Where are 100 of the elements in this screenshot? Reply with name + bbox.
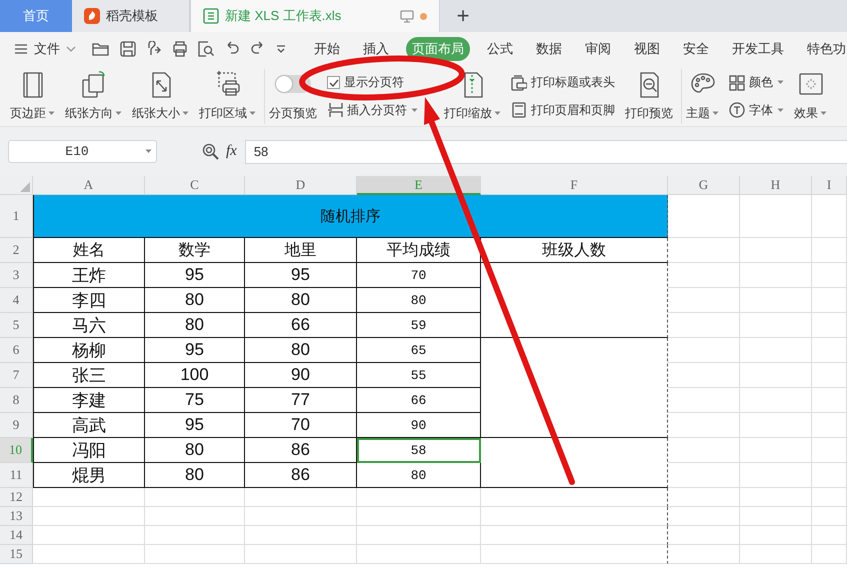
column-header[interactable]: H (740, 176, 812, 195)
table-cell: 70 (357, 263, 481, 288)
ribbon-button[interactable]: 页边距 (10, 69, 55, 124)
ribbon-button[interactable]: 打印预览 (625, 69, 673, 124)
ribbon-button[interactable]: 打印标题或表头 (511, 74, 615, 92)
ribbon-button[interactable]: 插入分页符 (327, 102, 418, 119)
sheet-cell (812, 313, 847, 338)
table-cell: 75 (145, 388, 245, 413)
sheet-cell (668, 388, 740, 413)
sheet-cell (668, 526, 740, 545)
print-preview-icon[interactable] (198, 40, 214, 56)
sheet-cell (668, 263, 740, 288)
color-grid-icon (729, 74, 745, 91)
ribbon-tab[interactable]: 数据 (530, 36, 568, 60)
name-box[interactable]: E10 (8, 140, 157, 163)
ribbon-tab[interactable]: 开发工具 (726, 36, 790, 60)
column-header[interactable]: C (145, 176, 245, 195)
row-header[interactable]: 14 (0, 526, 33, 545)
sheet-cell (812, 238, 847, 263)
row-header[interactable]: 5 (0, 313, 33, 338)
column-header[interactable]: G (668, 176, 740, 195)
table-cell: 55 (357, 363, 481, 388)
row-header[interactable]: 8 (0, 388, 33, 413)
print-icon[interactable] (172, 40, 188, 56)
row-header[interactable]: 15 (0, 545, 33, 564)
sheet-cell (668, 463, 740, 488)
folder-icon[interactable] (92, 40, 110, 56)
sheet-cell (668, 507, 740, 526)
ribbon-tab[interactable]: 开始 (308, 36, 346, 60)
page-break-preview-button[interactable]: 分页预览 (269, 69, 317, 124)
spreadsheet-icon (203, 8, 219, 24)
row-header[interactable]: 12 (0, 488, 33, 507)
table-cell: 80 (245, 288, 357, 313)
table-cell: 95 (145, 338, 245, 363)
sheet-cell (740, 438, 812, 463)
tab[interactable]: 稻壳模板 (72, 0, 190, 32)
ribbon-button[interactable]: 打印区域 (199, 69, 256, 124)
row-header[interactable]: 2 (0, 238, 33, 263)
table-cell: 95 (245, 263, 357, 288)
export-icon[interactable] (146, 40, 162, 56)
sheet-cell (812, 195, 847, 238)
ribbon-button[interactable]: 打印页眉和页脚 (511, 102, 615, 119)
sheet-cell (812, 263, 847, 288)
template-icon (84, 8, 100, 24)
table-cell: 70 (245, 413, 357, 438)
table-cell: 姓名 (33, 238, 145, 263)
sheet-cell (812, 545, 847, 564)
column-header[interactable]: F (481, 176, 668, 195)
sheet-cell (668, 288, 740, 313)
ribbon-button[interactable]: 字体 (729, 102, 784, 119)
row-header[interactable]: 4 (0, 288, 33, 313)
save-icon[interactable] (120, 40, 136, 56)
table-cell: 59 (357, 313, 481, 338)
ribbon-button[interactable]: 纸张方向 (65, 69, 122, 124)
row-header[interactable]: 6 (0, 338, 33, 363)
sheet-cell (668, 488, 740, 507)
checkbox[interactable] (327, 76, 340, 90)
ribbon-button[interactable]: 效果 (794, 69, 827, 124)
ribbon-tab[interactable]: 视图 (628, 36, 666, 60)
ribbon-tab[interactable]: 插入 (357, 36, 395, 60)
table-cell: 数学 (145, 238, 245, 263)
sheet-cell (668, 338, 740, 363)
sheet-cell (812, 507, 847, 526)
table-cell: 66 (357, 388, 481, 413)
row-header[interactable]: 13 (0, 507, 33, 526)
ribbon-tab[interactable]: 公式 (481, 36, 519, 60)
ribbon-tab[interactable]: 特色功 (801, 36, 847, 60)
function-label[interactable]: fx (226, 143, 237, 160)
column-header[interactable]: A (33, 176, 145, 195)
sheet-cell (668, 438, 740, 463)
column-header[interactable]: D (245, 176, 357, 195)
formula-field[interactable]: 58 (244, 140, 847, 164)
sheet-cell (740, 363, 812, 388)
sheet-cell (812, 413, 847, 438)
sheet-cell (740, 288, 812, 313)
sheet-cell (740, 413, 812, 438)
ribbon-button[interactable]: 打印缩放 (444, 69, 501, 124)
table-cell: 80 (245, 338, 357, 363)
row-header[interactable]: 1 (0, 195, 33, 238)
file-menu[interactable]: 文件 (10, 38, 80, 60)
ribbon-button[interactable]: 主题 (686, 69, 719, 124)
ribbon-tab[interactable]: 审阅 (579, 36, 617, 60)
table-cell: 80 (357, 463, 481, 488)
sheet-cell (812, 463, 847, 488)
sheet-cell (812, 338, 847, 363)
sheet-cell (668, 195, 740, 238)
row-header[interactable]: 7 (0, 363, 33, 388)
ribbon-button[interactable]: 纸张大小 (132, 69, 189, 124)
row-header[interactable]: 9 (0, 413, 33, 438)
zoom-icon[interactable] (202, 142, 220, 160)
row-header[interactable]: 11 (0, 463, 33, 488)
more-icon[interactable] (276, 44, 286, 52)
sheet-cell (812, 438, 847, 463)
ribbon-button[interactable]: 颜色 (729, 74, 784, 92)
checkbox-option[interactable]: 显示分页符 (327, 74, 404, 92)
column-header[interactable]: I (812, 176, 847, 195)
table-cell: 80 (145, 463, 245, 488)
row-header[interactable]: 3 (0, 263, 33, 288)
ribbon-tab[interactable]: 安全 (677, 36, 715, 60)
new-tab-button[interactable]: + (440, 0, 486, 32)
